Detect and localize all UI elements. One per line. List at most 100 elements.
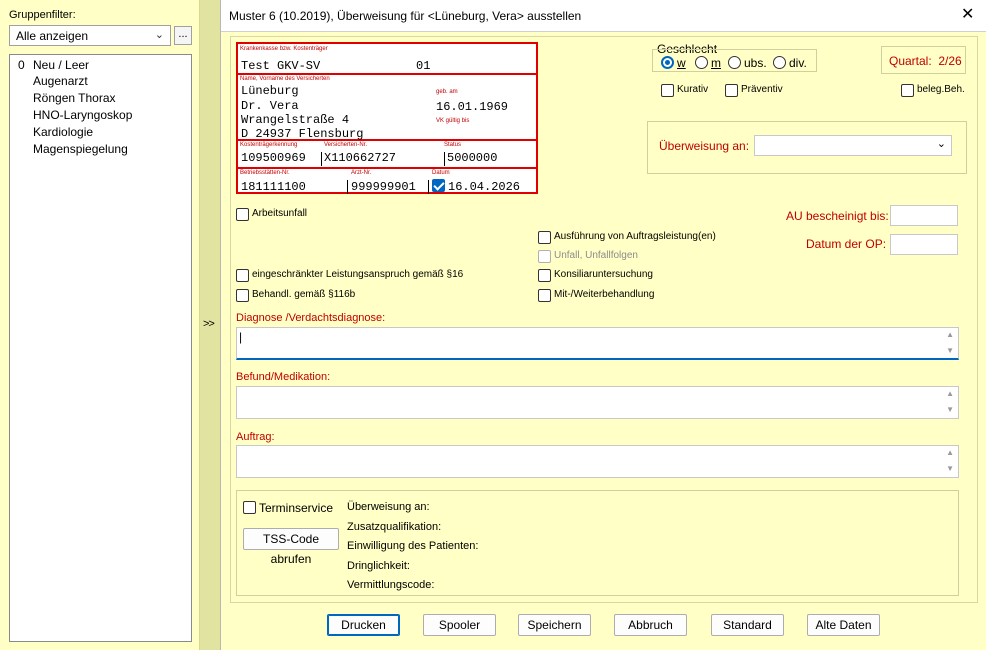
findings-label: Befund/Medikation:	[236, 371, 331, 383]
referral-to-select[interactable]: ⌄	[754, 135, 952, 156]
date-value[interactable]: 16.04.2026	[448, 180, 520, 194]
tss-code-button[interactable]: TSS-Code abrufen	[243, 528, 339, 566]
date-label: Datum	[432, 170, 450, 176]
save-button[interactable]: Speichern	[518, 614, 591, 636]
scroll-down-icon[interactable]: ▼	[946, 464, 954, 473]
findings-textarea[interactable]: ▲ ▼	[236, 386, 959, 419]
co-treatment-checkbox[interactable]	[538, 289, 551, 302]
cancel-button[interactable]: Abbruch	[614, 614, 687, 636]
au-until-input[interactable]	[890, 205, 958, 226]
gender-ubs-label[interactable]: ubs.	[744, 56, 767, 70]
spooler-button[interactable]: Spooler	[423, 614, 496, 636]
diagnosis-label: Diagnose /Verdachtsdiagnose:	[236, 312, 386, 324]
group-list: 0 Neu / Leer Augenarzt Röngen Thorax HNO-…	[9, 54, 192, 642]
gender-radio-ubs[interactable]	[728, 56, 741, 69]
contract-service-checkbox[interactable]	[538, 231, 551, 244]
scroll-down-icon[interactable]: ▼	[946, 405, 954, 414]
list-item[interactable]: 0 Neu / Leer	[10, 57, 191, 73]
default-button[interactable]: Standard	[711, 614, 784, 636]
gender-radio-w[interactable]	[661, 56, 674, 69]
referral-dialog: Muster 6 (10.2019), Überweisung für <Lün…	[220, 0, 986, 650]
gender-radio-m[interactable]	[695, 56, 708, 69]
scroll-up-icon[interactable]: ▲	[946, 389, 954, 398]
diagnosis-textarea[interactable]: | ▲ ▼	[236, 327, 959, 360]
contract-service-label[interactable]: Ausführung von Auftragsleistung(en)	[554, 231, 716, 242]
tss-consent-label: Einwilligung des Patienten:	[347, 540, 479, 552]
kk-label: Kostenträgerkennung	[240, 142, 298, 148]
accident-consequences-label[interactable]: Unfall, Unfallfolgen	[554, 250, 638, 261]
order-label: Auftrag:	[236, 431, 275, 443]
status-value: 5000000	[447, 151, 498, 165]
list-item[interactable]: HNO-Laryngoskop	[10, 107, 191, 123]
scroll-up-icon[interactable]: ▲	[946, 330, 954, 339]
vk-valid-label: VK gültig bis	[436, 118, 470, 124]
beleg-checkbox[interactable]	[901, 84, 914, 97]
consultation-label[interactable]: Konsiliaruntersuchung	[554, 269, 653, 280]
work-accident-label[interactable]: Arbeitsunfall	[252, 208, 307, 219]
tss-referral-label: Überweisung an:	[347, 501, 430, 513]
old-data-button[interactable]: Alte Daten	[807, 614, 880, 636]
terminservice-checkbox[interactable]	[243, 501, 256, 514]
group-sidebar: Gruppenfilter: Alle anzeigen ⌄ ... 0 Neu …	[0, 0, 200, 650]
curative-label[interactable]: Kurativ	[677, 84, 708, 95]
preventive-checkbox[interactable]	[725, 84, 738, 97]
gender-radio-div[interactable]	[773, 56, 786, 69]
scroll-down-icon[interactable]: ▼	[946, 346, 954, 355]
dialog-title: Muster 6 (10.2019), Überweisung für <Lün…	[229, 9, 582, 23]
gender-w-label[interactable]: w	[677, 56, 686, 70]
list-item-label: HNO-Laryngoskop	[33, 108, 133, 122]
limited-claim-checkbox[interactable]	[236, 269, 249, 282]
gender-m-label[interactable]: m	[711, 56, 721, 70]
patient-name-first: Dr. Vera	[241, 99, 299, 113]
diagnosis-value: |	[239, 330, 243, 344]
beleg-label[interactable]: beleg.Beh.	[917, 84, 965, 95]
gender-div-label[interactable]: div.	[789, 56, 807, 70]
group-filter-more-button[interactable]: ...	[174, 26, 192, 45]
kasse-label: Krankenkasse bzw. Kostenträger	[240, 46, 328, 52]
form-panel: Krankenkasse bzw. Kostenträger Test GKV-…	[230, 36, 978, 603]
au-until-label: AU bescheinigt bis:	[786, 209, 889, 223]
list-item-label: Augenarzt	[33, 74, 88, 88]
order-textarea[interactable]: ▲ ▼	[236, 445, 959, 478]
close-icon[interactable]: ✕	[961, 6, 974, 24]
treatment-116b-label[interactable]: Behandl. gemäß §116b	[252, 289, 355, 300]
consultation-checkbox[interactable]	[538, 269, 551, 282]
bsnr-value: 181111100	[241, 180, 306, 194]
date-checkbox[interactable]	[432, 179, 445, 192]
list-item[interactable]: Augenarzt	[10, 73, 191, 89]
limited-claim-label[interactable]: eingeschränkter Leistungsanspruch gemäß …	[252, 269, 463, 280]
group-filter-value: Alle anzeigen	[16, 29, 89, 43]
accident-consequences-checkbox[interactable]	[538, 250, 551, 263]
work-accident-checkbox[interactable]	[236, 208, 249, 221]
treatment-116b-checkbox[interactable]	[236, 289, 249, 302]
name-label: Name, Vorname des Versicherten	[240, 76, 330, 82]
list-item-label: Kardiologie	[33, 125, 94, 139]
co-treatment-label[interactable]: Mit-/Weiterbehandlung	[554, 289, 654, 300]
scroll-up-icon[interactable]: ▲	[946, 448, 954, 457]
insurance-number-label: Versicherten-Nr.	[324, 142, 368, 148]
sidebar-splitter[interactable]: >>	[200, 0, 220, 650]
quarter-value: Quartal: 2/26	[889, 54, 962, 68]
group-filter-label: Gruppenfilter:	[9, 9, 76, 21]
op-date-input[interactable]	[890, 234, 958, 255]
chevron-down-icon: ⌄	[154, 29, 164, 41]
group-filter-select[interactable]: Alle anzeigen ⌄	[9, 25, 171, 46]
title-bar: Muster 6 (10.2019), Überweisung für <Lün…	[221, 0, 986, 32]
lanr-value: 999999901	[351, 180, 416, 194]
curative-checkbox[interactable]	[661, 84, 674, 97]
tss-code-label: Vermittlungscode:	[347, 579, 435, 591]
patient-street: Wrangelstraße 4	[241, 113, 350, 127]
list-item[interactable]: Magenspiegelung	[10, 141, 191, 157]
kasse-code: 01	[416, 59, 431, 73]
expand-icon[interactable]: >>	[203, 318, 215, 330]
patient-city: D 24937 Flensburg	[241, 127, 364, 141]
tss-qualification-label: Zusatzqualifikation:	[347, 521, 442, 533]
lanr-label: Arzt-Nr.	[351, 170, 372, 176]
preventive-label[interactable]: Präventiv	[741, 84, 783, 95]
terminservice-label[interactable]: Terminservice	[259, 501, 333, 515]
list-item[interactable]: Röngen Thorax	[10, 90, 191, 106]
list-item[interactable]: Kardiologie	[10, 124, 191, 140]
kasse-name: Test GKV-SV	[241, 59, 321, 73]
print-button[interactable]: Drucken	[327, 614, 400, 636]
birthdate: 16.01.1969	[436, 100, 509, 114]
